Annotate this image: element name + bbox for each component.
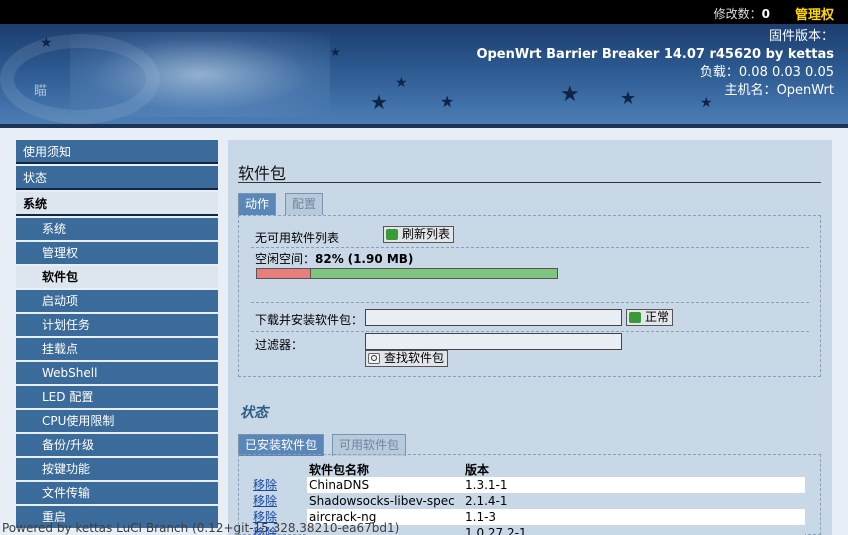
sidebar-subitem-system[interactable]: 系统 — [16, 218, 218, 240]
sidebar-subitem-webshell[interactable]: WebShell — [16, 362, 218, 384]
page-title: 软件包 — [238, 164, 287, 183]
download-url-input[interactable] — [365, 309, 622, 326]
sidebar-subitem-packages[interactable]: 软件包 — [16, 266, 218, 288]
load-line: 负载：0.08 0.03 0.05 — [476, 64, 834, 82]
changes-count: 0 — [761, 7, 770, 21]
package-version: 1.0.27.2-1 — [465, 526, 527, 535]
refresh-icon — [386, 229, 398, 240]
disk-used-fill — [257, 269, 311, 278]
tab-config[interactable]: 配置 — [285, 193, 324, 215]
firmware-label: 固件版本： — [768, 29, 834, 44]
package-list-row: 无可用软件列表 刷新列表 — [251, 224, 809, 248]
table-row: ChinaDNS 1.3.1-1 — [307, 477, 805, 493]
sidebar-subitem-admin[interactable]: 管理权 — [16, 242, 218, 264]
hostname-line: 主机名：OpenWrt — [476, 82, 834, 100]
package-version: 2.1.4-1 — [465, 494, 508, 508]
package-version: 1.1-3 — [465, 510, 497, 524]
hostname-value: OpenWrt — [776, 83, 834, 98]
tab-actions[interactable]: 动作 — [238, 193, 277, 215]
filter-label: 过滤器： — [255, 338, 304, 352]
load-value: 0.08 0.03 0.05 — [738, 65, 834, 80]
sidebar-subitem-filetransfer[interactable]: 文件传输 — [16, 482, 218, 504]
sidebar-subitem-backup[interactable]: 备份/升级 — [16, 434, 218, 456]
header-package-name: 软件包名称 — [309, 463, 370, 477]
sidebar-item-notice[interactable]: 使用须知 — [16, 140, 218, 164]
refresh-list-button[interactable]: 刷新列表 — [383, 226, 455, 243]
tab-installed[interactable]: 已安装软件包 — [238, 434, 325, 456]
banner-cat-text: 瞄 — [34, 84, 48, 99]
admin-link[interactable]: 管理权 — [795, 4, 834, 23]
header-version: 版本 — [465, 463, 490, 477]
find-package-button[interactable]: 查找软件包 — [365, 350, 449, 367]
sidebar-subitem-led[interactable]: LED 配置 — [16, 386, 218, 408]
package-version: 1.3.1-1 — [465, 478, 508, 492]
free-space-size: (1.90 MB) — [347, 252, 414, 266]
download-row: 下载并安装软件包： 正常 — [251, 302, 809, 332]
hostname-label: 主机名： — [724, 83, 777, 98]
firmware-version: OpenWrt Barrier Breaker 14.07 r45620 by … — [476, 47, 834, 62]
banner-glow — [70, 32, 330, 117]
sidebar-subitem-crontab[interactable]: 计划任务 — [16, 314, 218, 336]
star-icon: ★ — [40, 35, 53, 51]
disk-usage-bar — [256, 268, 558, 279]
magnifier-icon — [368, 353, 380, 364]
sidebar: 使用须知 状态 系统 系统 管理权 软件包 启动项 计划任务 挂载点 WebSh… — [16, 140, 218, 530]
remove-link[interactable]: 移除 — [253, 493, 277, 509]
changes-label: 修改数： — [713, 7, 762, 21]
star-icon: ★ — [440, 92, 455, 111]
main-content: 软件包 动作 配置 无可用软件列表 刷新列表 空闲空间：82% (1.90 MB… — [228, 140, 832, 535]
tab-available[interactable]: 可用软件包 — [332, 434, 407, 456]
sidebar-subitem-startup[interactable]: 启动项 — [16, 290, 218, 312]
status-heading: 状态 — [240, 405, 268, 421]
sidebar-subitem-buttons[interactable]: 按键功能 — [16, 458, 218, 480]
table-row: Shadowsocks-libev-spec 2.1.4-1 — [307, 493, 805, 509]
find-package-label: 查找软件包 — [384, 351, 445, 365]
system-info: 固件版本： OpenWrt Barrier Breaker 14.07 r456… — [476, 28, 834, 100]
title-divider — [238, 182, 821, 183]
package-name: ChinaDNS — [309, 478, 370, 492]
sidebar-item-system[interactable]: 系统 — [16, 192, 218, 216]
star-icon: ★ — [370, 90, 388, 114]
changes-counter[interactable]: 修改数：0 — [714, 5, 770, 22]
actions-panel: 无可用软件列表 刷新列表 空闲空间：82% (1.90 MB) 下载并安装软件包… — [238, 215, 821, 377]
banner-divider — [0, 124, 848, 128]
refresh-list-label: 刷新列表 — [402, 227, 451, 241]
sidebar-item-status[interactable]: 状态 — [16, 166, 218, 190]
star-icon: ★ — [330, 45, 341, 59]
footer-text: Powered by kettas LuCI Branch (0.12+git-… — [2, 521, 400, 535]
free-space-text: 空闲空间：82% (1.90 MB) — [255, 250, 413, 267]
top-bar: 修改数：0 管理权 — [0, 0, 848, 24]
header-banner: 瞄 ★ ★ ★ ★ ★ ★ ★ ★ 固件版本： OpenWrt Barrier … — [0, 24, 848, 126]
ok-button[interactable]: 正常 — [626, 309, 674, 326]
free-space-percent: 82% — [315, 252, 344, 266]
check-icon — [629, 312, 641, 323]
remove-link[interactable]: 移除 — [253, 477, 277, 493]
package-name: Shadowsocks-libev-spec — [309, 494, 455, 508]
load-label: 负载： — [699, 65, 739, 80]
ok-label: 正常 — [645, 310, 670, 324]
free-space-label: 空闲空间： — [255, 252, 316, 266]
filter-input[interactable] — [365, 333, 622, 350]
star-icon: ★ — [395, 75, 408, 91]
sidebar-subitem-mounts[interactable]: 挂载点 — [16, 338, 218, 360]
no-list-label: 无可用软件列表 — [255, 231, 340, 245]
sidebar-subitem-cpulimit[interactable]: CPU使用限制 — [16, 410, 218, 432]
download-label: 下载并安装软件包： — [255, 313, 364, 327]
